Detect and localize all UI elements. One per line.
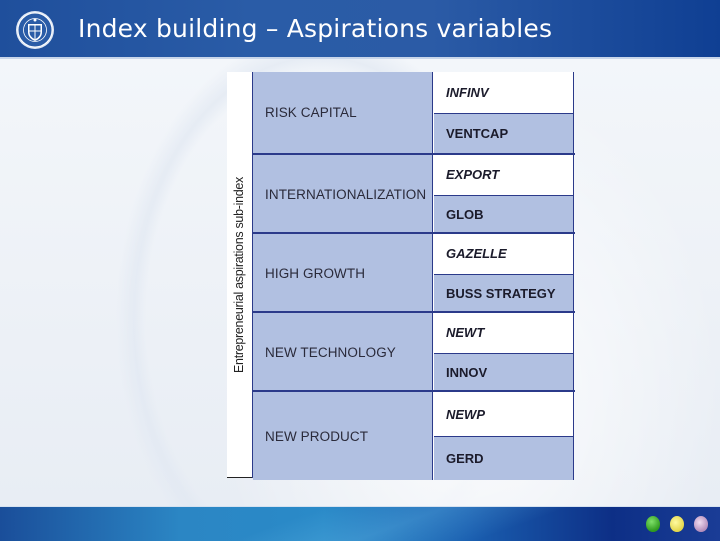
yellow-bud-icon bbox=[670, 516, 684, 532]
university-seal-icon bbox=[16, 11, 54, 49]
variable-primary: INFINV bbox=[434, 72, 573, 113]
variable-secondary: GERD bbox=[434, 436, 573, 480]
variable-secondary: INNOV bbox=[434, 352, 573, 392]
bottom-rule bbox=[227, 477, 252, 478]
variables-cell: NEWP GERD bbox=[434, 392, 574, 480]
variable-secondary: BUSS STRATEGY bbox=[434, 273, 573, 313]
green-bud-icon bbox=[646, 516, 660, 532]
category-row-internationalization: INTERNATIONALIZATION EXPORT GLOB bbox=[253, 153, 575, 234]
page-title: Index building – Aspirations variables bbox=[78, 14, 553, 43]
aspirations-table: Entrepreneurial aspirations sub-index RI… bbox=[227, 72, 575, 480]
category-row-risk-capital: RISK CAPITAL INFINV VENTCAP bbox=[253, 72, 575, 153]
table-grid: RISK CAPITAL INFINV VENTCAP INTERNATIONA… bbox=[252, 72, 575, 480]
category-name: NEW TECHNOLOGY bbox=[253, 313, 433, 392]
category-row-new-technology: NEW TECHNOLOGY NEWT INNOV bbox=[253, 311, 575, 392]
variable-secondary: VENTCAP bbox=[434, 112, 573, 153]
category-name: INTERNATIONALIZATION bbox=[253, 155, 433, 234]
slide-header: Index building – Aspirations variables bbox=[0, 0, 720, 59]
variable-primary: EXPORT bbox=[434, 155, 573, 195]
variables-cell: INFINV VENTCAP bbox=[434, 72, 574, 153]
sub-index-label-text: Entrepreneurial aspirations sub-index bbox=[232, 177, 246, 373]
sub-index-label: Entrepreneurial aspirations sub-index bbox=[227, 72, 251, 478]
category-name: HIGH GROWTH bbox=[253, 234, 433, 313]
variables-cell: NEWT INNOV bbox=[434, 313, 574, 392]
slide-footer bbox=[0, 506, 720, 541]
purple-bud-icon bbox=[694, 516, 708, 532]
variable-primary: GAZELLE bbox=[434, 234, 573, 274]
category-row-new-product: NEW PRODUCT NEWP GERD bbox=[253, 390, 575, 480]
variables-cell: GAZELLE BUSS STRATEGY bbox=[434, 234, 574, 313]
category-name: RISK CAPITAL bbox=[253, 72, 433, 153]
category-name: NEW PRODUCT bbox=[253, 392, 433, 480]
category-row-high-growth: HIGH GROWTH GAZELLE BUSS STRATEGY bbox=[253, 232, 575, 313]
variables-cell: EXPORT GLOB bbox=[434, 155, 574, 234]
variable-primary: NEWT bbox=[434, 313, 573, 353]
variable-primary: NEWP bbox=[434, 392, 573, 436]
variable-secondary: GLOB bbox=[434, 194, 573, 234]
footer-decoration bbox=[646, 516, 708, 532]
